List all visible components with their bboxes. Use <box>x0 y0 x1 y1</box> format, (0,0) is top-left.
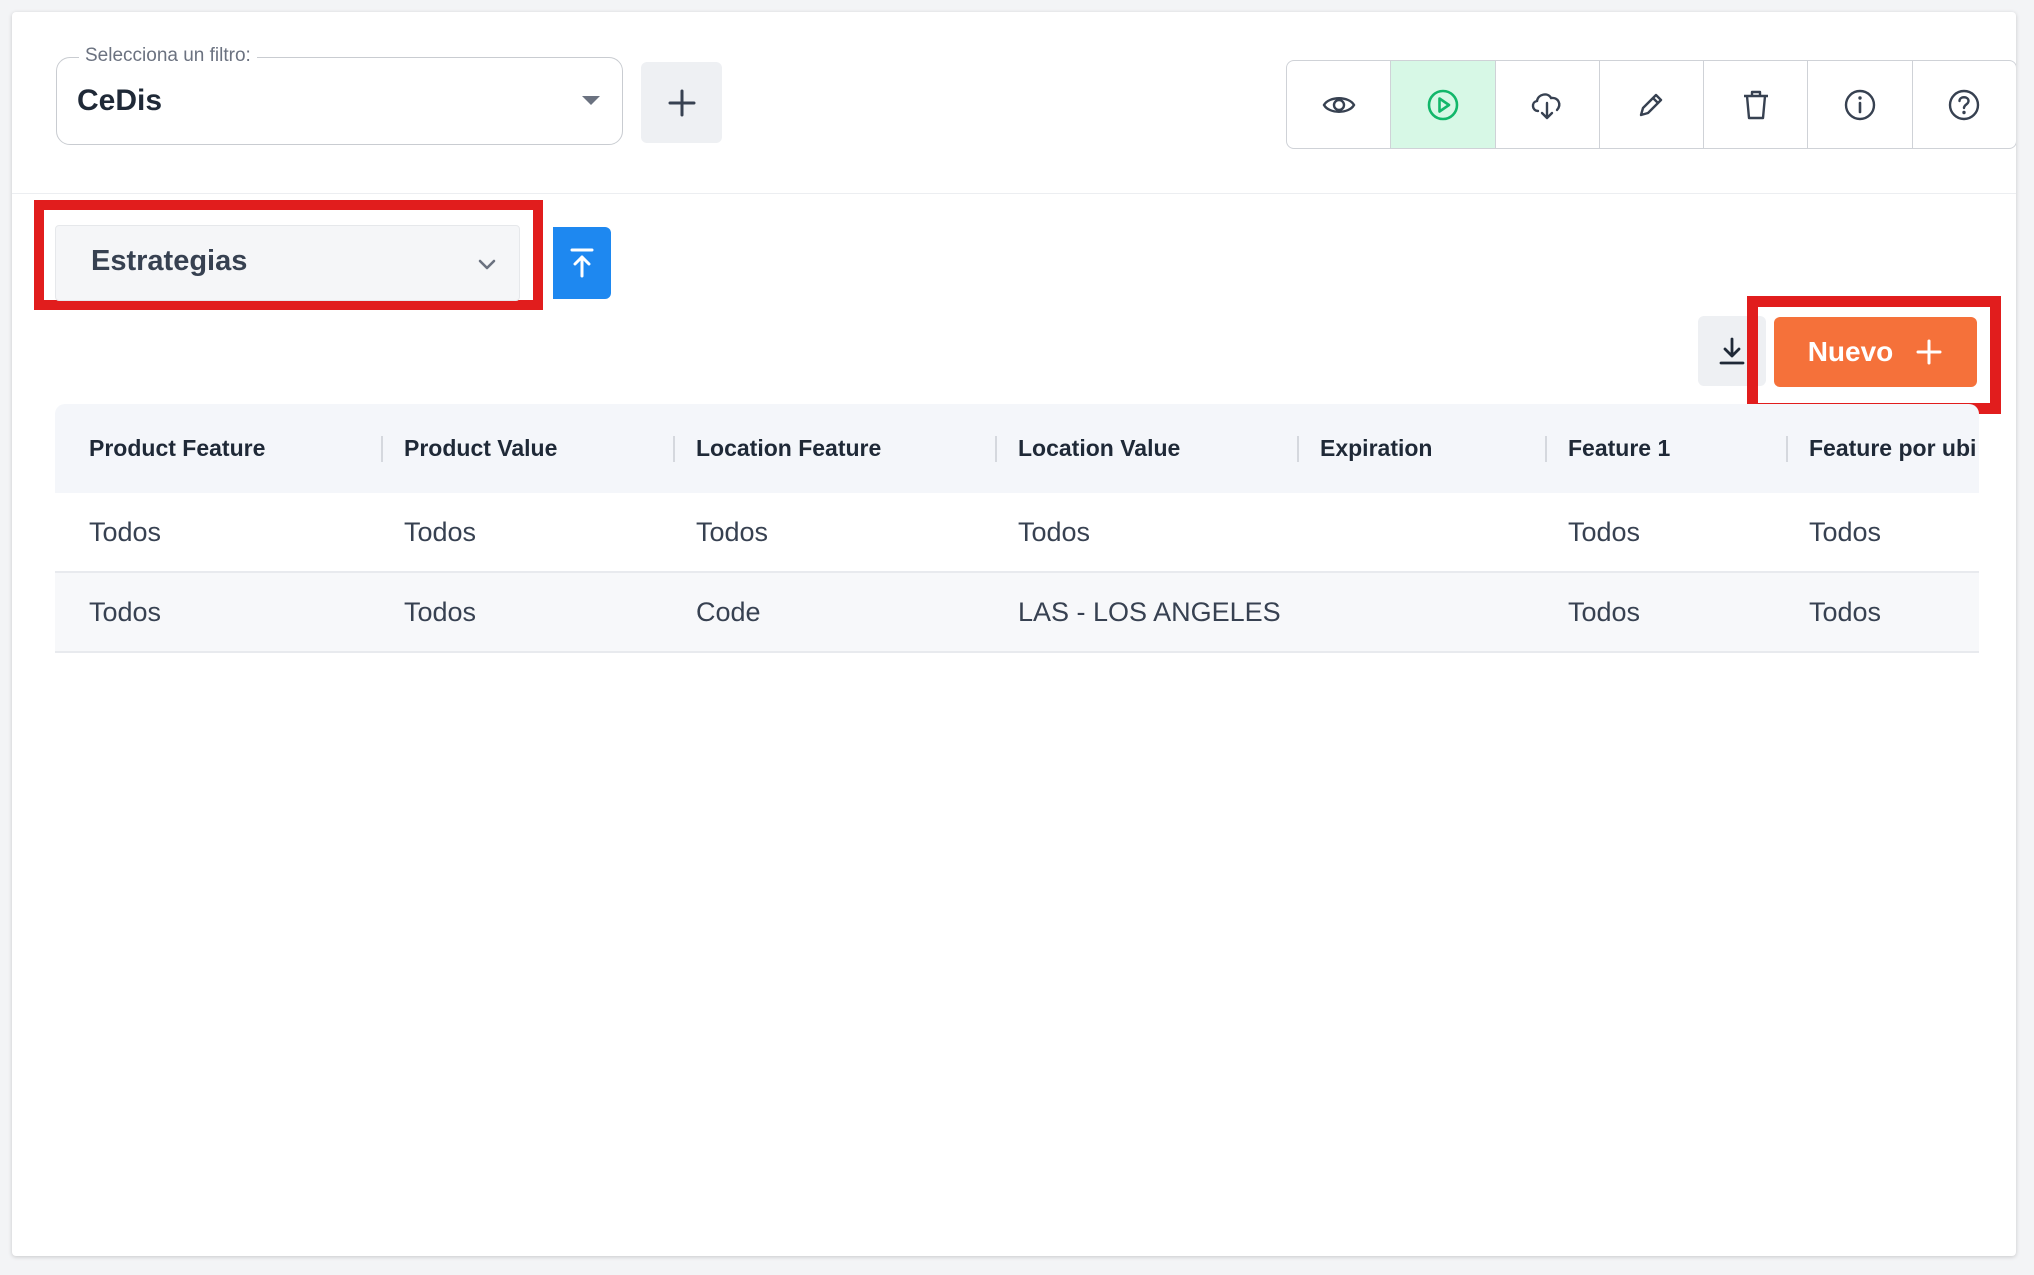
section-value: Estrategias <box>91 245 248 277</box>
column-separator <box>1786 436 1788 462</box>
column-header[interactable]: Feature por ubi <box>1809 404 1979 493</box>
info-icon <box>1844 89 1876 120</box>
table-cell: Todos <box>89 517 162 547</box>
table-row[interactable]: Todos Todos Code LAS - LOS ANGELES Todos… <box>55 573 1979 653</box>
column-separator <box>995 436 997 462</box>
add-filter-button[interactable] <box>641 62 722 143</box>
download-icon <box>1719 337 1745 365</box>
column-header[interactable]: Feature 1 <box>1568 404 1670 493</box>
column-header[interactable]: Location Value <box>1018 404 1180 493</box>
table-cell: Code <box>696 597 761 627</box>
table-cell: Todos <box>89 597 162 627</box>
plus-icon <box>668 89 695 116</box>
column-separator <box>381 436 383 462</box>
cloud-download-icon <box>1532 92 1561 119</box>
section-select[interactable]: Estrategias <box>55 225 520 301</box>
filter-legend: Selecciona un filtro: <box>79 45 257 67</box>
table-cell: Todos <box>1018 517 1091 547</box>
toolbar <box>1286 60 2016 149</box>
table-row[interactable]: Todos Todos Todos Todos Todos Todos <box>55 493 1979 573</box>
column-separator <box>1297 436 1299 462</box>
data-table: Product Feature Product Value Location F… <box>55 404 1979 653</box>
help-icon <box>1949 89 1980 120</box>
table-cell: Todos <box>404 517 477 547</box>
filter-value: CeDis <box>77 84 163 117</box>
caret-down-icon <box>582 96 600 105</box>
new-button[interactable]: Nuevo <box>1774 317 1977 387</box>
column-header[interactable]: Product Feature <box>89 404 265 493</box>
trash-icon <box>1743 90 1768 119</box>
delete-button[interactable] <box>1704 61 1809 148</box>
info-button[interactable] <box>1808 61 1913 148</box>
play-circle-icon <box>1427 89 1459 120</box>
column-header[interactable]: Product Value <box>404 404 557 493</box>
table-cell: Todos <box>1809 517 1882 547</box>
table-cell: Todos <box>404 597 477 627</box>
chevron-down-icon <box>478 259 496 270</box>
column-header[interactable]: Location Feature <box>696 404 881 493</box>
table-cell: Todos <box>1568 597 1641 627</box>
filter-select[interactable]: Selecciona un filtro: CeDis <box>56 45 623 145</box>
table-cell: LAS - LOS ANGELES <box>1018 597 1281 627</box>
table-cell: Todos <box>1809 597 1882 627</box>
edit-button[interactable] <box>1600 61 1705 148</box>
cloud-download-button[interactable] <box>1496 61 1600 148</box>
upload-button[interactable] <box>553 227 611 299</box>
run-button[interactable] <box>1391 61 1496 148</box>
table-cell: Todos <box>696 517 769 547</box>
column-header[interactable]: Expiration <box>1320 404 1432 493</box>
pencil-icon <box>1640 93 1663 116</box>
upload-icon <box>570 248 594 278</box>
view-button[interactable] <box>1287 61 1392 148</box>
table-header: Product Feature Product Value Location F… <box>55 404 1979 493</box>
help-button[interactable] <box>1913 61 2016 148</box>
new-button-label: Nuevo <box>1807 336 1894 367</box>
main-panel: Selecciona un filtro: CeDis Estrategias … <box>12 12 2016 1256</box>
column-separator <box>1545 436 1547 462</box>
header-divider <box>12 193 2016 194</box>
table-cell: Todos <box>1568 517 1641 547</box>
eye-icon <box>1322 96 1356 113</box>
column-separator <box>673 436 675 462</box>
plus-icon <box>1916 339 1942 365</box>
